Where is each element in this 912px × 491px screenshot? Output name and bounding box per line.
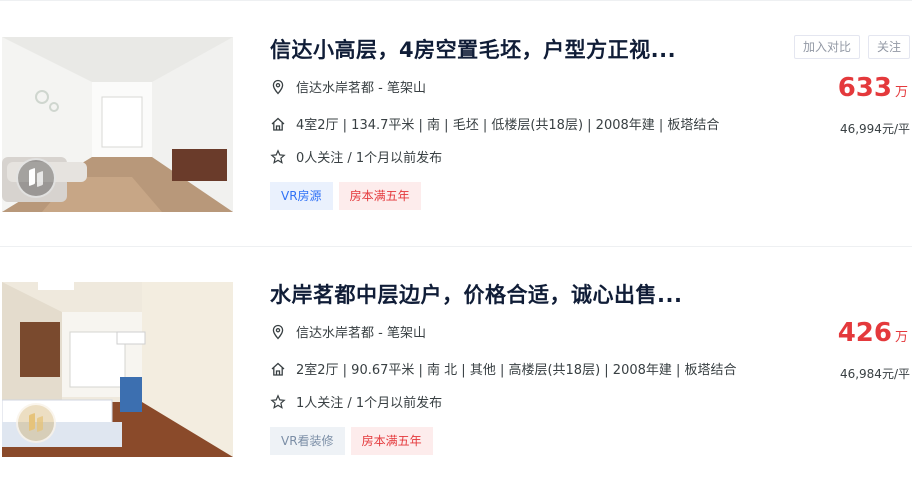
follow-info-text: 1人关注 / 1个月以前发布 [296,396,443,411]
listing-title[interactable]: 信达小高层，4房空置毛坯，户型方正视... [270,34,676,64]
house-info-row: 4室2厅 | 134.7平米 | 南 | 毛坯 | 低楼层(共18层) | 20… [270,114,719,133]
follow-info-row: 0人关注 / 1个月以前发布 [270,147,442,166]
tag-list: VR看装修 房本满五年 [270,427,433,455]
house-info-row: 2室2厅 | 90.67平米 | 南 北 | 其他 | 高楼层(共18层) | … [270,359,737,378]
total-price-value: 426 [837,318,892,348]
house-info-text: 2室2厅 | 90.67平米 | 南 北 | 其他 | 高楼层(共18层) | … [296,363,737,378]
listing-title[interactable]: 水岸茗都中层边户，价格合适，诚心出售... [270,279,682,309]
vr-icon[interactable] [16,403,56,443]
house-info-text: 4室2厅 | 134.7平米 | 南 | 毛坯 | 低楼层(共18层) | 20… [296,118,720,133]
tag-five-years: 房本满五年 [350,427,433,455]
total-price-unit: 万 [894,330,908,345]
unit-price: 46,994元/平 [839,122,910,136]
house-icon [270,361,286,377]
listing-photo[interactable] [2,282,233,457]
location-link[interactable]: 信达水岸茗都 - 笔架山 [296,77,426,96]
house-icon [270,116,286,132]
tag-five-years: 房本满五年 [338,182,421,210]
follow-button[interactable]: 关注 [867,35,910,59]
unit-price: 46,984元/平 [839,367,910,381]
total-price: 426 万 [838,318,908,348]
listing-photo[interactable] [2,37,233,212]
tag-list: VR房源 房本满五年 [270,182,421,210]
follow-info-text: 0人关注 / 1个月以前发布 [296,151,443,166]
location-link[interactable]: 信达水岸茗都 - 笔架山 [296,322,426,341]
total-price-unit: 万 [894,85,908,100]
listing-card[interactable]: 水岸茗都中层边户，价格合适，诚心出售... 信达水岸茗都 - 笔架山 2室2厅 … [0,282,912,472]
location-row: 信达水岸茗都 - 笔架山 [270,322,426,341]
star-icon [270,148,286,165]
tag-vr: VR房源 [270,182,333,210]
action-buttons: 加入对比 关注 [793,35,910,59]
vr-icon[interactable] [16,158,56,198]
tag-vr-decoration: VR看装修 [270,427,345,455]
top-divider [0,0,912,1]
compare-button[interactable]: 加入对比 [793,35,860,59]
star-icon [270,393,286,410]
location-pin-icon [270,79,286,95]
listing-divider [0,246,912,247]
location-pin-icon [270,324,286,340]
follow-info-row: 1人关注 / 1个月以前发布 [270,392,442,411]
listing-card[interactable]: 信达小高层，4房空置毛坯，户型方正视... 信达水岸茗都 - 笔架山 4室2厅 … [0,34,912,227]
total-price: 633 万 [838,73,908,103]
location-row: 信达水岸茗都 - 笔架山 [270,77,426,96]
total-price-value: 633 [837,73,892,103]
